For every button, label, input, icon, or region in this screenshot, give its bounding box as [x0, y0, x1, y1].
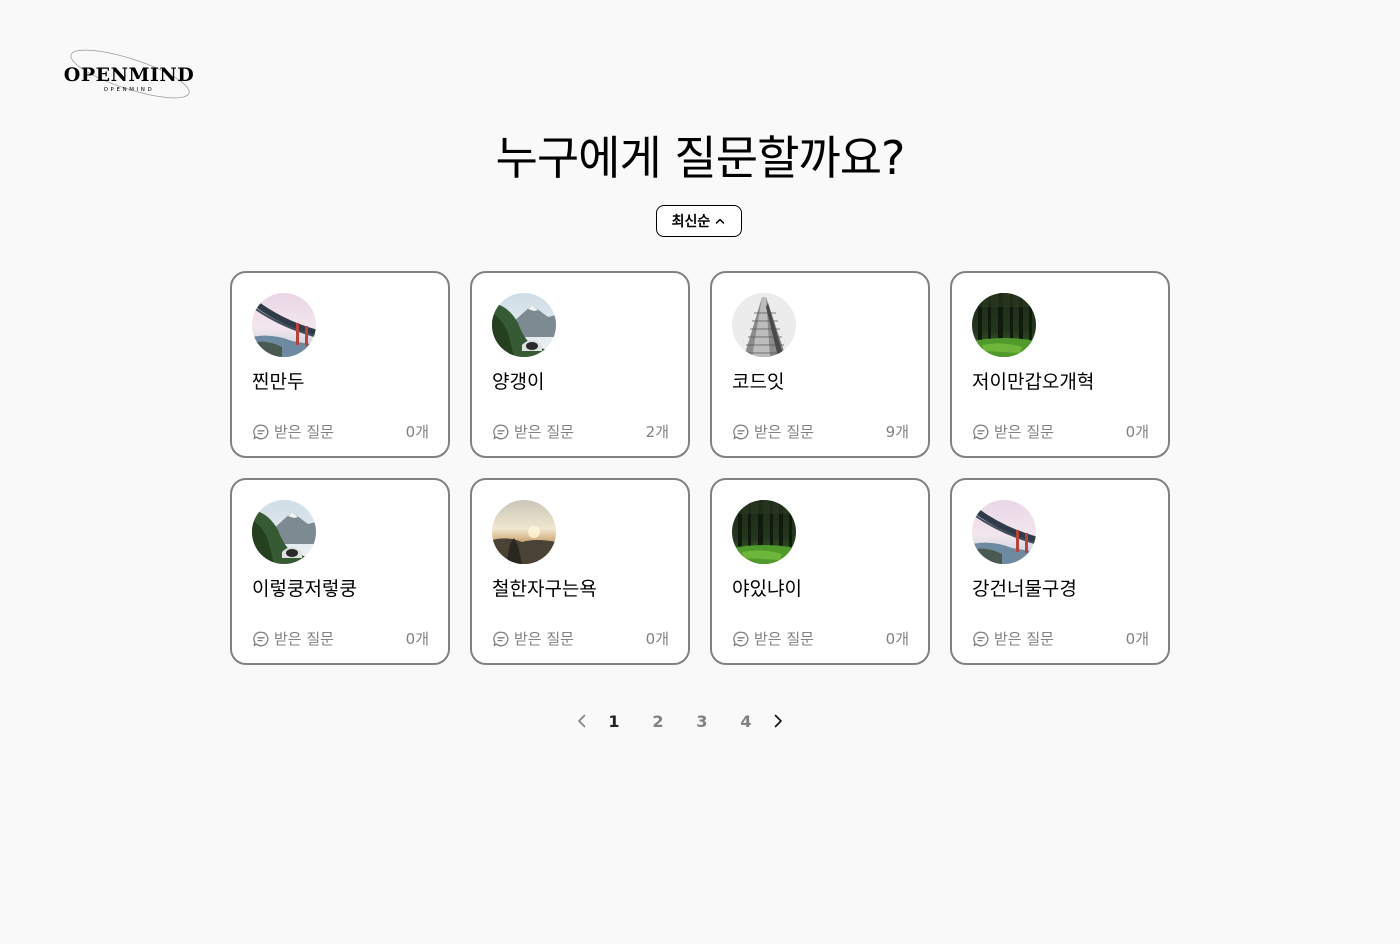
received-questions: 받은 질문 2개: [492, 421, 669, 442]
message-icon: [972, 630, 990, 648]
avatar: [252, 293, 316, 357]
received-questions: 받은 질문 0개: [732, 628, 909, 649]
received-questions: 받은 질문 0개: [252, 628, 429, 649]
message-icon: [732, 423, 750, 441]
message-icon: [972, 423, 990, 441]
chevron-up-icon: [714, 215, 726, 227]
received-questions-label: 받은 질문: [514, 630, 574, 648]
received-questions-label: 받은 질문: [514, 423, 574, 441]
subject-name: 이렇쿵저렇쿵: [252, 578, 357, 600]
subject-card[interactable]: 저이만갑오개혁받은 질문 0개: [950, 271, 1170, 458]
message-icon: [492, 630, 510, 648]
subject-card[interactable]: 양갱이받은 질문 2개: [470, 271, 690, 458]
avatar: [732, 293, 796, 357]
message-icon: [252, 423, 270, 441]
received-questions-count: 0개: [885, 630, 909, 648]
subject-card[interactable]: 야있냐이받은 질문 0개: [710, 478, 930, 665]
received-questions: 받은 질문 0개: [972, 421, 1149, 442]
avatar: [972, 293, 1036, 357]
openmind-logo[interactable]: OPENMIND OPENMIND: [54, 46, 204, 106]
received-questions-label: 받은 질문: [994, 423, 1054, 441]
subject-name: 야있냐이: [732, 578, 802, 600]
received-questions-label: 받은 질문: [754, 630, 814, 648]
page-number-2[interactable]: 2: [636, 712, 680, 731]
prev-page-button[interactable]: [570, 706, 594, 736]
received-questions-count: 9개: [885, 423, 909, 441]
subject-name: 코드잇: [732, 371, 785, 393]
received-questions-count: 0개: [1125, 630, 1149, 648]
received-questions: 받은 질문 9개: [732, 421, 909, 442]
sort-dropdown-button[interactable]: 최신순: [656, 205, 742, 237]
subject-card[interactable]: 철한자구는욕받은 질문 0개: [470, 478, 690, 665]
sort-label: 최신순: [671, 214, 711, 230]
subject-card[interactable]: 코드잇받은 질문 9개: [710, 271, 930, 458]
page-number-4[interactable]: 4: [724, 712, 768, 731]
subject-card[interactable]: 이렇쿵저렇쿵받은 질문 0개: [230, 478, 450, 665]
received-questions-count: 0개: [1125, 423, 1149, 441]
pagination: 1234: [570, 706, 790, 736]
avatar: [252, 500, 316, 564]
page-title: 누구에게 질문할까요?: [495, 131, 906, 185]
received-questions: 받은 질문 0개: [972, 628, 1149, 649]
received-questions-label: 받은 질문: [754, 423, 814, 441]
chevron-right-icon: [774, 714, 782, 728]
received-questions-label: 받은 질문: [274, 423, 334, 441]
received-questions-count: 2개: [645, 423, 669, 441]
message-icon: [252, 630, 270, 648]
chevron-left-icon: [578, 714, 586, 728]
next-page-button[interactable]: [766, 706, 790, 736]
subject-card[interactable]: 찐만두받은 질문 0개: [230, 271, 450, 458]
avatar: [492, 500, 556, 564]
subject-name: 강건너물구경: [972, 578, 1077, 600]
received-questions-label: 받은 질문: [994, 630, 1054, 648]
subject-card[interactable]: 강건너물구경받은 질문 0개: [950, 478, 1170, 665]
message-icon: [492, 423, 510, 441]
logo-wordmark: OPENMIND: [64, 64, 194, 86]
subject-card-grid: 찐만두받은 질문 0개 양갱이받은 질문 2개 코드잇받은 질문 9개 저이만갑오개혁받은 …: [230, 271, 1170, 665]
subject-name: 철한자구는욕: [492, 578, 597, 600]
subject-name: 저이만갑오개혁: [972, 371, 1095, 393]
received-questions-count: 0개: [405, 630, 429, 648]
avatar: [732, 500, 796, 564]
received-questions: 받은 질문 0개: [252, 421, 429, 442]
page-number-1[interactable]: 1: [592, 712, 636, 731]
received-questions-count: 0개: [405, 423, 429, 441]
avatar: [492, 293, 556, 357]
page-number-3[interactable]: 3: [680, 712, 724, 731]
received-questions-label: 받은 질문: [274, 630, 334, 648]
received-questions-count: 0개: [645, 630, 669, 648]
subject-name: 찐만두: [252, 371, 305, 393]
received-questions: 받은 질문 0개: [492, 628, 669, 649]
subject-name: 양갱이: [492, 371, 545, 393]
message-icon: [732, 630, 750, 648]
avatar: [972, 500, 1036, 564]
logo-subtext: OPENMIND: [104, 87, 155, 93]
